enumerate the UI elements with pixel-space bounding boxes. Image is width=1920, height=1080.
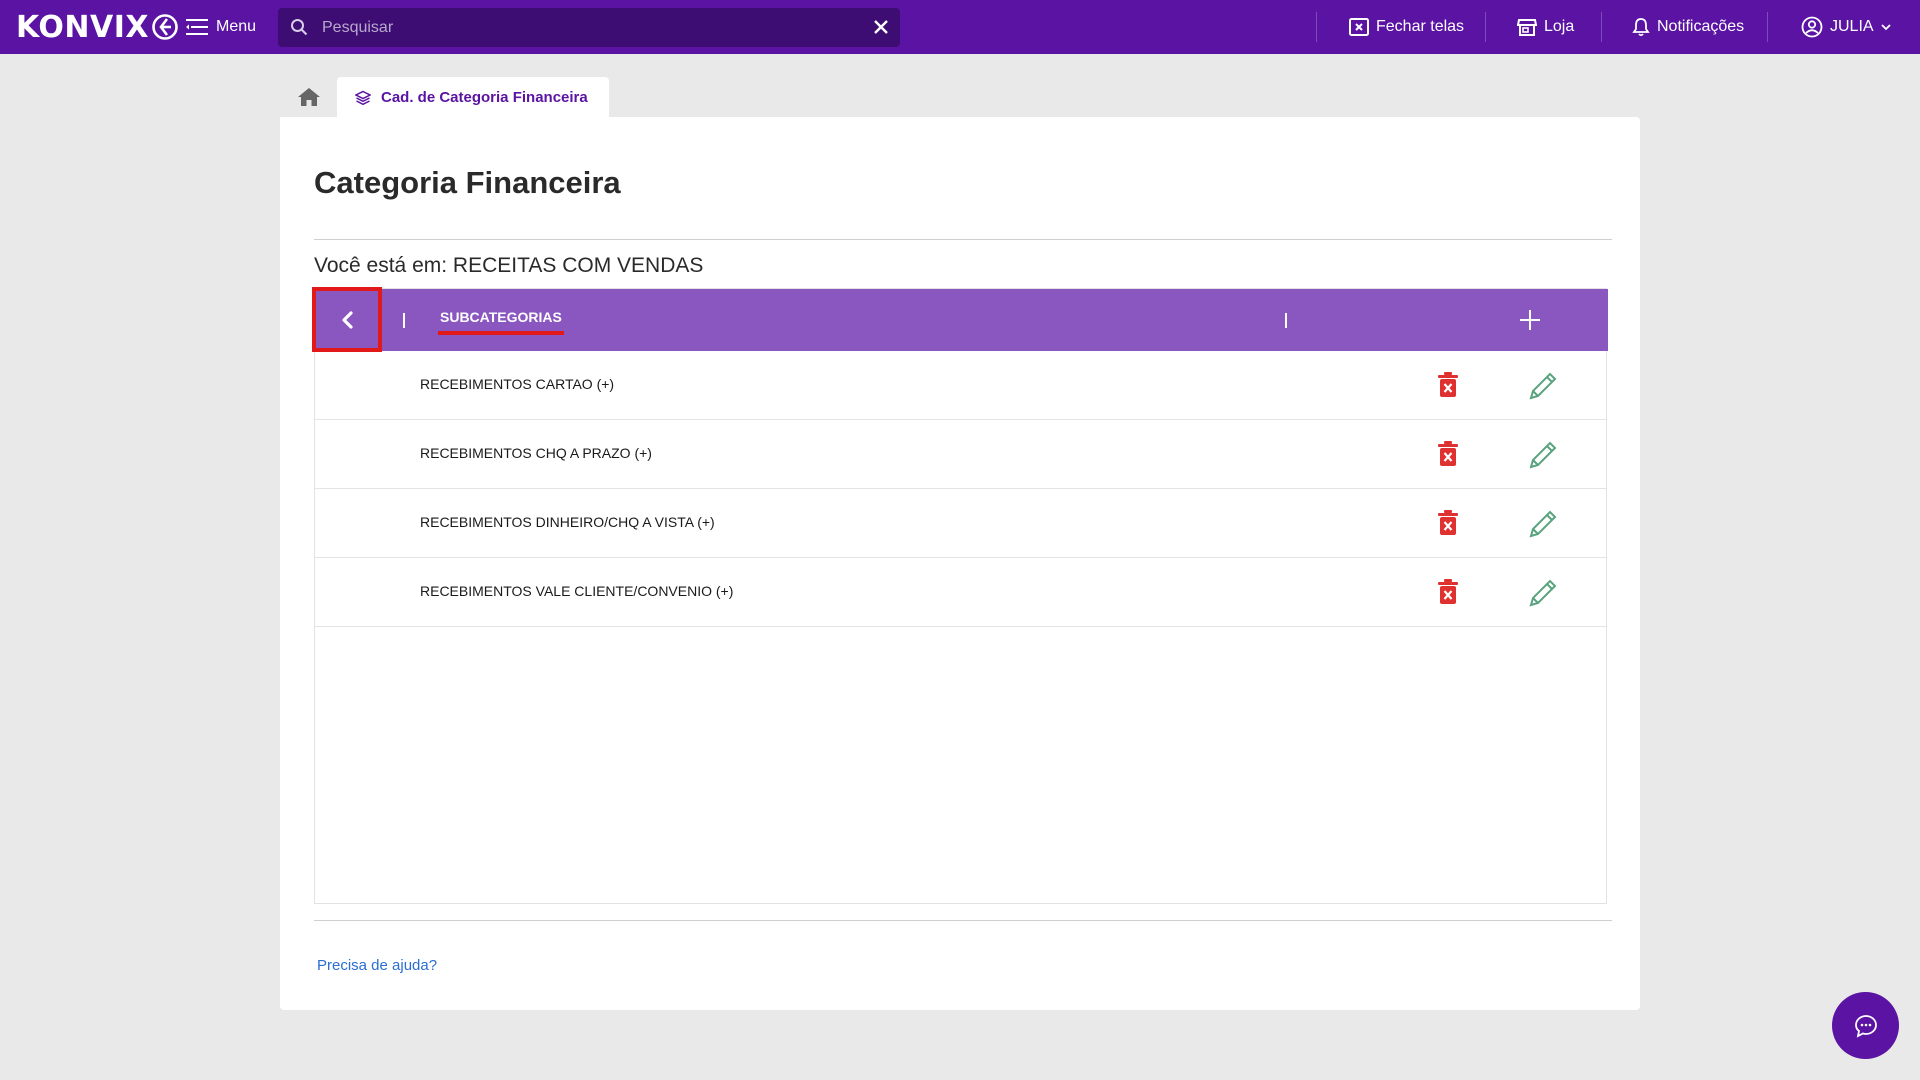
add-icon[interactable] [1515,305,1545,335]
row-label: RECEBIMENTOS VALE CLIENTE/CONVENIO (+) [420,583,734,599]
store-icon [1517,19,1537,36]
location-prefix: Você está em: [314,254,448,277]
divider [314,920,1612,921]
layers-icon [355,90,371,105]
page-title: Categoria Financeira [314,165,621,200]
top-bar: KONVIX Menu Fec [0,0,1920,54]
chevron-left-icon [342,310,353,329]
close-screens-label: Fechar telas [1376,18,1465,35]
table-row[interactable]: RECEBIMENTOS DINHEIRO/CHQ A VISTA (+) [315,489,1606,558]
header-separator [403,313,405,328]
nav-divider [1316,12,1317,42]
table-row[interactable]: RECEBIMENTOS CARTAO (+) [315,351,1606,420]
row-label: RECEBIMENTOS CARTAO (+) [420,376,615,392]
edit-pencil-icon[interactable] [1527,439,1559,471]
table-row[interactable]: RECEBIMENTOS CHQ A PRAZO (+) [315,420,1606,489]
home-icon [298,88,320,106]
grid-header: SUBCATEGORIAS [312,287,1608,352]
back-button[interactable] [312,287,382,352]
edit-pencil-icon[interactable] [1527,370,1559,402]
delete-icon[interactable] [1437,440,1459,467]
close-window-icon [1349,18,1369,36]
edit-pencil-icon[interactable] [1527,508,1559,540]
chevron-down-icon [1880,24,1891,31]
menu-button[interactable]: Menu [186,13,256,41]
row-label: RECEBIMENTOS CHQ A PRAZO (+) [420,445,652,461]
chat-button[interactable] [1832,992,1899,1059]
tab-financial-category[interactable]: Cad. de Categoria Financeira [337,77,609,118]
close-icon[interactable] [872,18,890,36]
delete-icon[interactable] [1437,371,1459,398]
menu-label: Menu [216,18,257,35]
chat-bubble-icon [1854,1014,1877,1038]
location-indicator: Você está em: RECEITAS COM VENDAS [314,254,703,278]
notifications-button[interactable]: Notificações [1632,0,1744,54]
divider [314,239,1612,240]
bell-icon [1632,18,1650,37]
home-tab[interactable] [290,80,328,114]
nav-divider [1485,12,1486,42]
content-card: Categoria Financeira Você está em: RECEI… [280,117,1640,1010]
logo-mark-icon [152,14,178,40]
user-menu-button[interactable]: JULIA [1801,0,1891,54]
tab-label: Cad. de Categoria Financeira [381,89,588,106]
help-link[interactable]: Precisa de ajuda? [317,957,437,974]
tab-subcategories[interactable]: SUBCATEGORIAS [438,309,564,335]
delete-icon[interactable] [1437,578,1459,605]
notifications-label: Notificações [1657,18,1745,35]
delete-icon[interactable] [1437,509,1459,536]
user-name: JULIA [1830,18,1874,35]
table-row[interactable]: RECEBIMENTOS VALE CLIENTE/CONVENIO (+) [315,558,1606,627]
edit-pencil-icon[interactable] [1527,577,1559,609]
subcategory-grid: SUBCATEGORIAS RECEBIMENTOS CARTAO (+) RE… [312,287,1608,904]
logo-text: KONVIX [16,9,150,45]
search-icon [291,19,308,36]
header-separator [1285,313,1287,328]
nav-divider [1601,12,1602,42]
nav-divider [1767,12,1768,42]
menu-icon [186,19,208,35]
store-label: Loja [1544,18,1575,35]
search-input[interactable] [322,8,842,47]
location-value: RECEITAS COM VENDAS [452,254,704,277]
user-circle-icon [1801,16,1823,38]
row-label: RECEBIMENTOS DINHEIRO/CHQ A VISTA (+) [420,514,715,530]
store-button[interactable]: Loja [1517,0,1574,54]
close-screens-button[interactable]: Fechar telas [1349,0,1464,54]
konvix-logo[interactable]: KONVIX [16,9,179,45]
search-box [278,8,900,47]
